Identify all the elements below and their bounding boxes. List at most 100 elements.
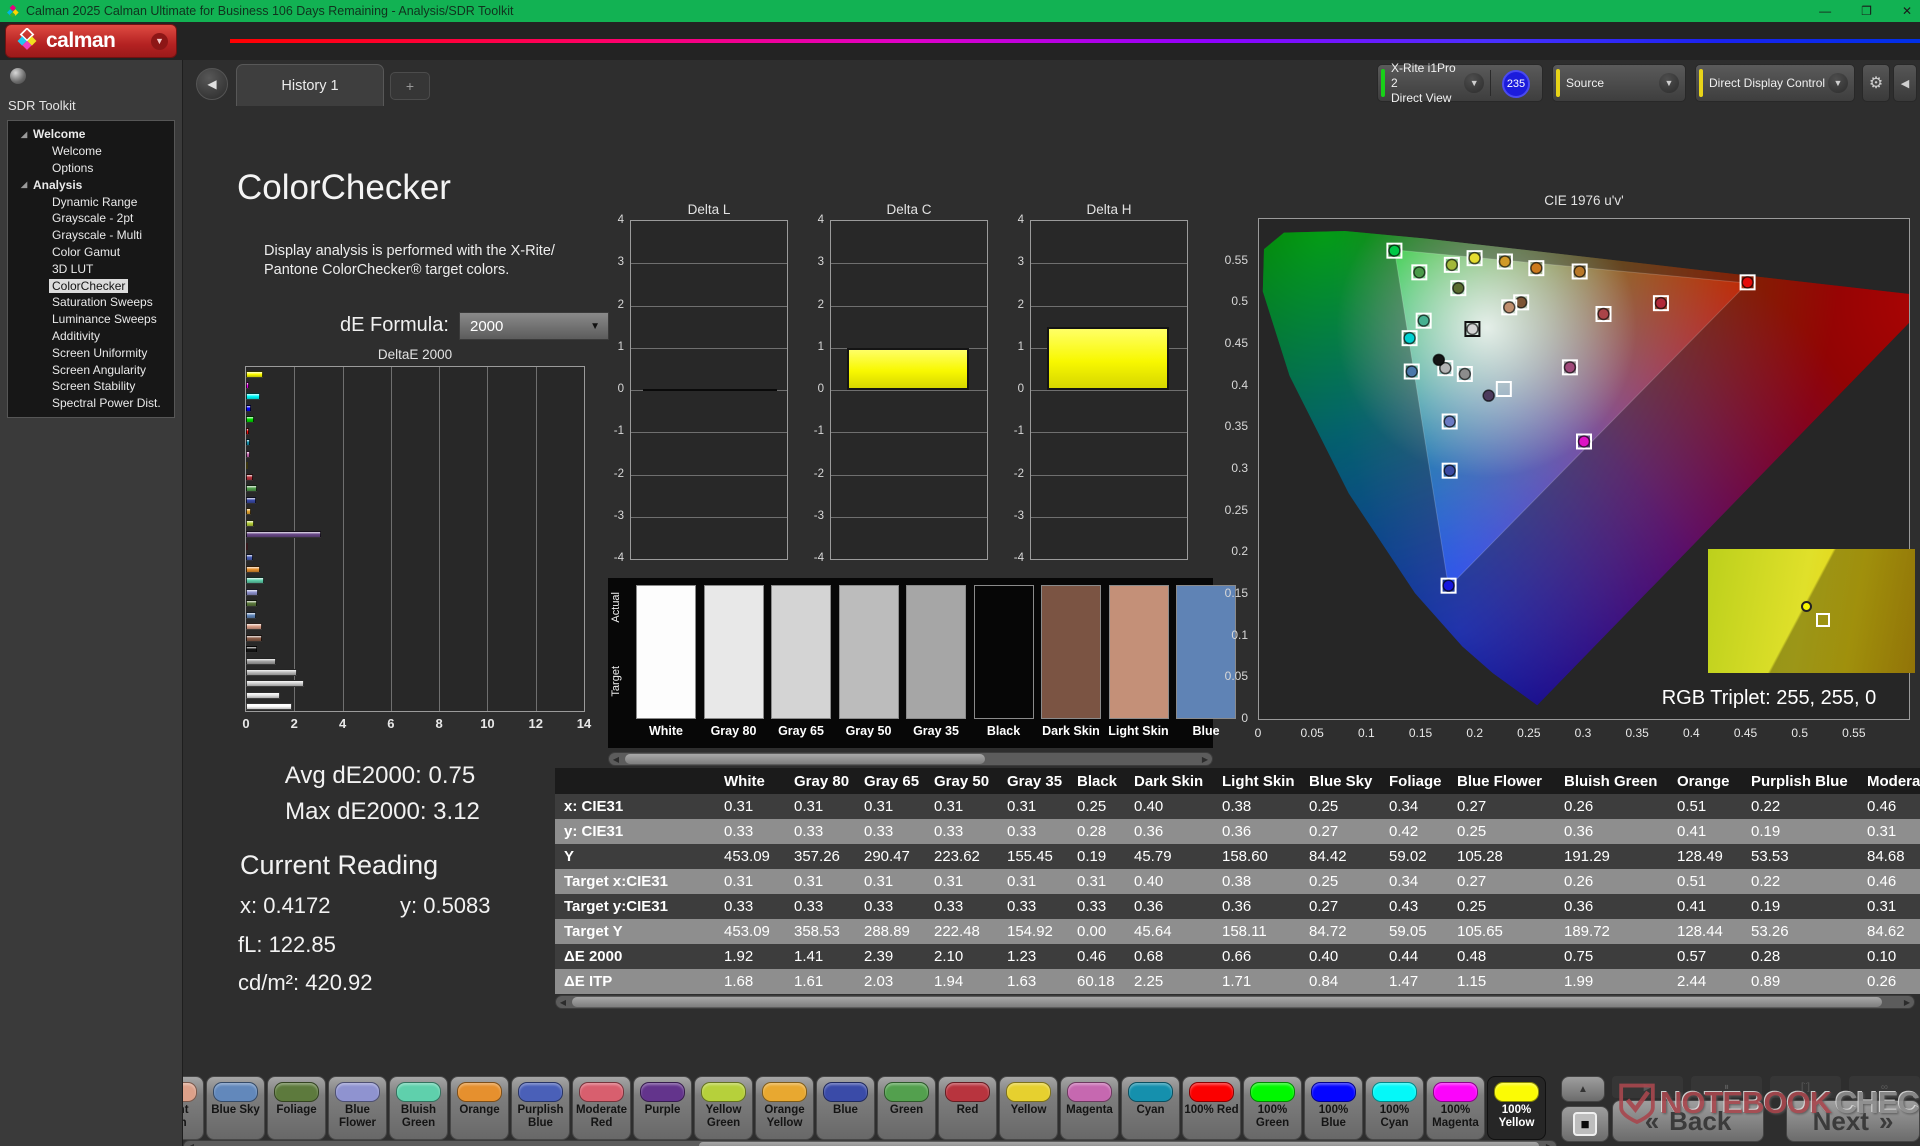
col-header-gray-80: Gray 80 (794, 772, 850, 790)
minimize-button[interactable]: — (1819, 4, 1831, 18)
col-header-black: Black (1077, 772, 1118, 790)
scroll-right-icon[interactable]: ▶ (1900, 996, 1914, 1008)
patch-button-blue-flower[interactable]: Blue Flower (328, 1076, 387, 1140)
sidebar-item-saturation-sweeps[interactable]: Saturation Sweeps (8, 294, 174, 311)
deltae-bar-100-magenta (246, 381, 249, 389)
cie-chart-title: CIE 1976 u'v' (1544, 193, 1624, 208)
sidebar-item-welcome[interactable]: Welcome (8, 143, 174, 160)
meter-caret-icon[interactable]: ▼ (1464, 73, 1484, 93)
deltae-bar-100-blue (246, 404, 252, 412)
patch-color-swatch (1189, 1082, 1234, 1102)
sidebar-item-colorchecker[interactable]: ColorChecker (8, 277, 174, 294)
patch-button-orange-yellow[interactable]: Orange Yellow (755, 1076, 814, 1140)
de-formula-value: 2000 (470, 317, 504, 335)
cie-zoom-inset (1708, 549, 1915, 673)
sidebar-item-spectral-power-dist[interactable]: Spectral Power Dist. (8, 395, 174, 412)
sidebar-item-analysis[interactable]: ◢ Analysis (8, 176, 174, 193)
patch-button-blue[interactable]: Blue (816, 1076, 875, 1140)
patch-strip-scrollbar[interactable]: ◀ ▶ (183, 1140, 1557, 1146)
sidebar-item-screen-uniformity[interactable]: Screen Uniformity (8, 344, 174, 361)
patch-color-swatch (762, 1082, 807, 1102)
patch-button-magenta[interactable]: Magenta (1060, 1076, 1119, 1140)
strip-expand-button[interactable]: ▲ (1561, 1076, 1605, 1102)
deltae-bar-yellow-green (246, 519, 255, 527)
deltae-bar-moderate-red (246, 542, 249, 550)
patch-strip: Light SkinBlue SkyFoliageBlue FlowerBlui… (183, 1076, 1559, 1140)
sidebar-item-dynamic-range[interactable]: Dynamic Range (8, 193, 174, 210)
tree-expander-icon[interactable]: ◢ (21, 130, 33, 139)
stop-icon: ■ (1573, 1112, 1597, 1136)
table-scrollbar[interactable]: ◀ ▶ (555, 995, 1915, 1009)
patch-button-100-cyan[interactable]: 100% Cyan (1365, 1076, 1424, 1140)
next-button[interactable]: Next » (1786, 1100, 1920, 1142)
deltae-bar-purple (246, 531, 322, 539)
patch-button-light-skin[interactable]: Light Skin (183, 1076, 204, 1140)
calman-menu-button[interactable]: calman ▼ (5, 24, 177, 58)
sidebar-item-options[interactable]: Options (8, 160, 174, 177)
table-row-target-y-cie31: Target y:CIE31 0.33 0.33 0.33 0.33 0.33 0.33 0.… (555, 894, 1920, 919)
patch-color-swatch (945, 1082, 990, 1102)
sidebar-item-color-gamut[interactable]: Color Gamut (8, 244, 174, 261)
tab-history-1[interactable]: History 1 (236, 64, 384, 106)
meter-count-badge[interactable]: 235 (1502, 70, 1530, 98)
sidebar-item-screen-angularity[interactable]: Screen Angularity (8, 361, 174, 378)
maximize-button[interactable]: ❐ (1861, 4, 1872, 18)
patch-color-swatch (1128, 1082, 1173, 1102)
source-dropdown[interactable]: Source ▼ (1552, 64, 1686, 102)
patch-button-100-red[interactable]: 100% Red (1182, 1076, 1241, 1140)
scroll-left-icon[interactable]: ◀ (556, 996, 570, 1008)
patch-button-green[interactable]: Green (877, 1076, 936, 1140)
chevron-down-icon: ▼ (590, 320, 600, 332)
source-caret-icon[interactable]: ▼ (1659, 73, 1679, 93)
patch-button-100-blue[interactable]: 100% Blue (1304, 1076, 1363, 1140)
display-control-dropdown[interactable]: Direct Display Control ▼ (1695, 64, 1855, 102)
stop-measure-button[interactable]: ■ (1561, 1106, 1609, 1142)
sidebar-item-screen-stability[interactable]: Screen Stability (8, 378, 174, 395)
patch-button-blue-sky[interactable]: Blue Sky (206, 1076, 265, 1140)
scroll-left-icon[interactable]: ◀ (609, 753, 623, 765)
patch-button-bluish-green[interactable]: Bluish Green (389, 1076, 448, 1140)
patch-button-100-magenta[interactable]: 100% Magenta (1426, 1076, 1485, 1140)
swatch-panel-scrollbar[interactable]: ◀ ▶ (608, 752, 1213, 766)
patch-button-cyan[interactable]: Cyan (1121, 1076, 1180, 1140)
sidebar-item-welcome[interactable]: ◢ Welcome (8, 126, 174, 143)
sidebar-title: SDR Toolkit (8, 98, 76, 113)
scroll-right-icon[interactable]: ▶ (1198, 753, 1212, 765)
sidebar-collapse-button[interactable]: ◀ (196, 68, 228, 100)
scroll-left-icon[interactable]: ◀ (184, 1141, 198, 1146)
tree-expander-icon[interactable]: ◢ (21, 180, 33, 189)
patch-color-swatch (823, 1082, 868, 1102)
de-formula-select[interactable]: 2000 ▼ (459, 312, 609, 340)
sidebar-item-luminance-sweeps[interactable]: Luminance Sweeps (8, 311, 174, 328)
patch-button-purple[interactable]: Purple (633, 1076, 692, 1140)
sidebar-item-3d-lut[interactable]: 3D LUT (8, 260, 174, 277)
deltae-bar-gray-65 (246, 680, 304, 688)
meter-dropdown[interactable]: X-Rite i1Pro 2 Direct View ▼ 235 (1377, 61, 1543, 105)
transport-buttons-partial[interactable]: ▶ ⏸ [¨] ∞ (1612, 1076, 1920, 1098)
patch-button-orange[interactable]: Orange (450, 1076, 509, 1140)
deltae-bar-green (246, 485, 257, 493)
patch-button-foliage[interactable]: Foliage (267, 1076, 326, 1140)
sidebar-item-additivity[interactable]: Additivity (8, 328, 174, 345)
col-header-dark-skin: Dark Skin (1134, 772, 1204, 790)
patch-button-yellow-green[interactable]: Yellow Green (694, 1076, 753, 1140)
patch-button-100-yellow[interactable]: 100% Yellow (1487, 1076, 1546, 1140)
patch-button-purplish-blue[interactable]: Purplish Blue (511, 1076, 570, 1140)
display-control-caret-icon[interactable]: ▼ (1828, 73, 1848, 93)
scroll-right-icon[interactable]: ▶ (1542, 1141, 1556, 1146)
add-tab-button[interactable]: + (390, 72, 430, 100)
patch-button-red[interactable]: Red (938, 1076, 997, 1140)
sidebar-item-grayscale-2pt[interactable]: Grayscale - 2pt (8, 210, 174, 227)
settings-button[interactable]: ⚙ (1862, 64, 1890, 102)
back-button[interactable]: « Back (1612, 1100, 1764, 1142)
patch-button-moderate-red[interactable]: Moderate Red (572, 1076, 631, 1140)
sidebar-item-grayscale-multi[interactable]: Grayscale - Multi (8, 227, 174, 244)
close-button[interactable]: ✕ (1902, 4, 1912, 18)
calman-menu-caret-icon[interactable]: ▼ (151, 32, 168, 50)
patch-button-yellow[interactable]: Yellow (999, 1076, 1058, 1140)
panel-collapse-button[interactable]: ◀ (1893, 64, 1917, 102)
deltae-bar-gray-80 (246, 691, 281, 699)
patch-button-100-green[interactable]: 100% Green (1243, 1076, 1302, 1140)
calman-logo-text: calman (46, 29, 116, 52)
patch-color-swatch (701, 1082, 746, 1102)
